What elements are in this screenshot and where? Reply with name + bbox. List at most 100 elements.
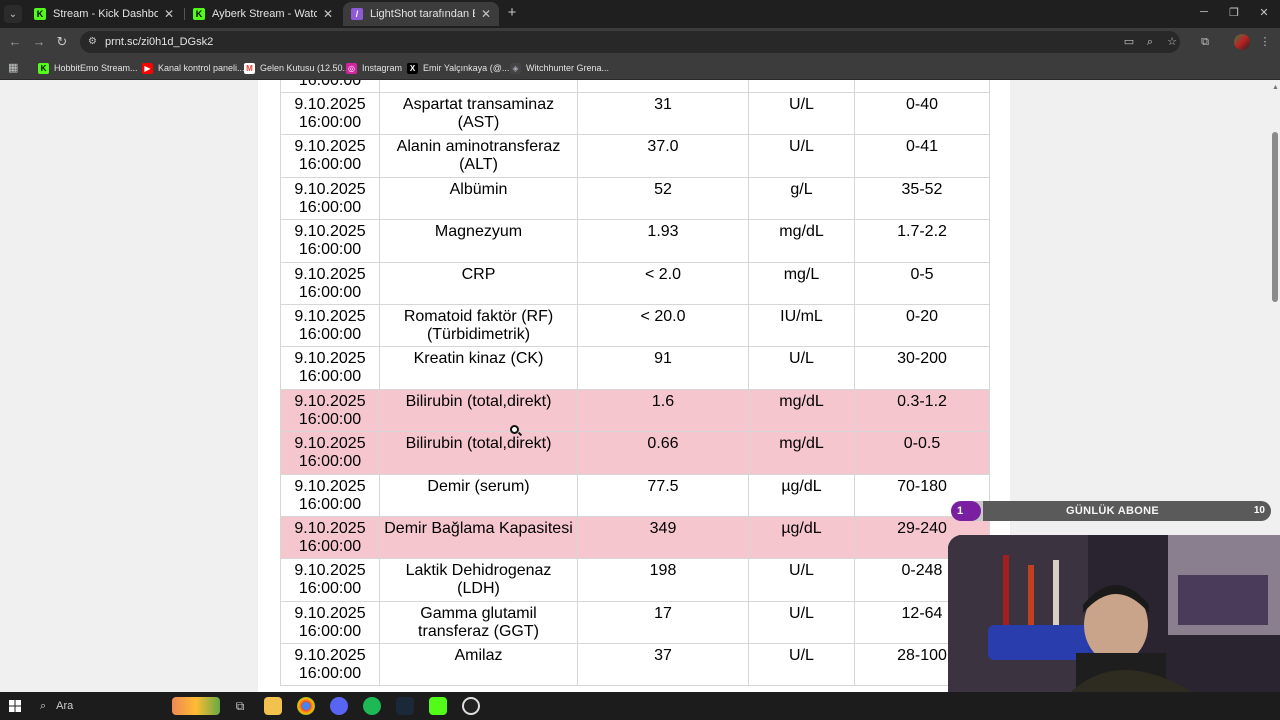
cell-unit: U/L — [748, 600, 855, 645]
cell-date: 9.10.2025 16:00:00 — [280, 600, 380, 645]
kick-icon: K — [34, 8, 46, 20]
restore-button[interactable]: ❐ — [1224, 6, 1244, 19]
tab-ayberk-stream[interactable]: K Ayberk Stream - Watch Live on ✕ — [185, 2, 341, 26]
cell-test: Bilirubin (total,direkt) — [379, 431, 578, 475]
bookmark-star-icon[interactable]: ☆ — [1165, 35, 1179, 49]
cell-value: < 20.0 — [577, 303, 749, 348]
table-row: 9.10.2025 16:00:00 Demir (serum) 77.5 µg/dL 7… — [280, 473, 990, 517]
address-bar[interactable]: ⚙ prnt.sc/zi0h1d_DGsk2 — [80, 31, 1180, 53]
kick-app-icon[interactable] — [429, 697, 447, 715]
close-window-button[interactable]: ✕ — [1254, 6, 1274, 19]
apps-grid-icon[interactable]: ▦ — [8, 62, 20, 74]
reload-icon[interactable]: ↻ — [53, 33, 71, 51]
bookmark-witchhunter[interactable]: ◈ Witchhunter Grena... — [510, 61, 609, 75]
bookmark-youtube-studio[interactable]: ▶ Kanal kontrol paneli... — [142, 61, 245, 75]
scrollbar-thumb[interactable] — [1272, 132, 1278, 302]
kick-icon: K — [38, 62, 49, 74]
cell-date: 9.10.2025 16:00:00 — [280, 346, 380, 390]
cell-unit: µg/dL — [748, 473, 855, 517]
table-row: 9.10.2025 16:00:00 Alanin aminotransferaz … — [280, 134, 990, 178]
cell-test: Demir (serum) — [379, 473, 578, 517]
cell-test: Laktik Dehidrogenaz (LDH) — [379, 558, 578, 602]
tab-search-button[interactable]: ⌄ — [4, 5, 22, 23]
menu-kebab-icon[interactable]: ⋮ — [1258, 35, 1272, 49]
lab-results-table: 16:00:00 9.10.2025 16:00:00 Aspartat transa… — [280, 80, 990, 687]
cell-unit: µg/dL — [748, 515, 855, 560]
table-row: 9.10.2025 16:00:00 Bilirubin (total,direkt… — [280, 431, 990, 475]
cast-icon[interactable]: ▭ — [1122, 35, 1136, 49]
weather-widget-icon[interactable] — [172, 697, 220, 715]
tab-kick-dashboard[interactable]: K Stream - Kick Dashboard ✕ — [26, 2, 182, 26]
search-icon: ⌕ — [40, 699, 47, 712]
bookmark-x-profile[interactable]: X Emir Yalçınkaya (@... — [407, 61, 509, 75]
cell-test: Romatoid faktör (RF) (Türbidimetrik) — [379, 303, 578, 348]
task-view-icon[interactable]: ⧉ — [231, 697, 249, 715]
cell-ref: 0-0.5 — [854, 431, 990, 475]
steam-icon[interactable] — [396, 697, 414, 715]
table-row: 9.10.2025 16:00:00 Aspartat transaminaz (A… — [280, 91, 990, 136]
scroll-up-arrow-icon[interactable]: ▲ — [1272, 84, 1279, 91]
close-tab-icon[interactable]: ✕ — [164, 7, 174, 21]
file-explorer-icon[interactable] — [264, 697, 282, 715]
url-text[interactable]: prnt.sc/zi0h1d_DGsk2 — [105, 36, 213, 48]
cell-value: 37.0 — [577, 134, 749, 178]
bookmark-hobbitemo[interactable]: K HobbitEmo Stream... — [38, 61, 138, 75]
discord-icon[interactable] — [330, 697, 348, 715]
taskbar-search[interactable]: ⌕ Ara — [32, 694, 167, 718]
cell-ref: 35-52 — [854, 176, 990, 221]
tab-lightshot[interactable]: / LightShot tarafından Ekran Gör ✕ — [343, 2, 499, 26]
instagram-icon: ◎ — [346, 62, 357, 74]
table-row: 16:00:00 — [280, 80, 990, 93]
cell-test: Gamma glutamil transferaz (GGT) — [379, 600, 578, 645]
cell-value: 198 — [577, 558, 749, 602]
cell-unit: mg/dL — [748, 219, 855, 263]
sub-count-badge: 1 — [951, 501, 981, 521]
cell-test: Albümin — [379, 176, 578, 221]
cell-date: 9.10.2025 16:00:00 — [280, 515, 380, 560]
bookmarks-bar: ▦ K HobbitEmo Stream... ▶ Kanal kontrol … — [0, 56, 1280, 80]
lightshot-icon: / — [351, 8, 363, 20]
close-tab-icon[interactable]: ✕ — [481, 7, 491, 21]
youtube-icon: ▶ — [142, 62, 153, 74]
x-icon: X — [407, 62, 418, 74]
table-row: 9.10.2025 16:00:00 CRP < 2.0 mg/L 0-5 — [280, 261, 990, 305]
cell-value: 77.5 — [577, 473, 749, 517]
close-tab-icon[interactable]: ✕ — [323, 7, 333, 21]
table-row: 9.10.2025 16:00:00 Romatoid faktör (RF) (T… — [280, 303, 990, 348]
profile-avatar[interactable] — [1234, 34, 1250, 50]
windows-start-icon[interactable] — [9, 700, 21, 712]
cell-date: 9.10.2025 16:00:00 — [280, 643, 380, 687]
cell-ref: 0-20 — [854, 303, 990, 348]
cell-date: 9.10.2025 16:00:00 — [280, 176, 380, 221]
webcam-feed — [948, 535, 1280, 695]
cell-ref: 0-40 — [854, 91, 990, 136]
cell-date: 9.10.2025 16:00:00 — [280, 388, 380, 433]
cell-test: Kreatin kinaz (CK) — [379, 346, 578, 390]
cell-unit: U/L — [748, 346, 855, 390]
obs-icon[interactable] — [462, 697, 480, 715]
back-arrow-icon[interactable]: ← — [6, 33, 24, 51]
sub-goal-target: 10 — [1253, 505, 1265, 516]
cell-date: 9.10.2025 16:00:00 — [280, 431, 380, 475]
cell-ref: 1.7-2.2 — [854, 219, 990, 263]
bookmark-gmail[interactable]: M Gelen Kutusu (12.50... — [244, 61, 350, 75]
cell-test: Bilirubin (total,direkt) — [379, 388, 578, 433]
cell-value: 1.6 — [577, 388, 749, 433]
gmail-icon: M — [244, 62, 255, 74]
cell-unit: g/L — [748, 176, 855, 221]
cell-ref: 0-5 — [854, 261, 990, 305]
cell-value: 31 — [577, 91, 749, 136]
spotify-icon[interactable] — [363, 697, 381, 715]
forward-arrow-icon[interactable]: → — [30, 33, 48, 51]
sub-goal-label: GÜNLÜK ABONE — [1066, 505, 1160, 517]
chrome-icon[interactable] — [297, 697, 315, 715]
cell-unit: IU/mL — [748, 303, 855, 348]
zoom-icon[interactable]: ⌕ — [1143, 35, 1157, 49]
cell-date: 9.10.2025 16:00:00 — [280, 219, 380, 263]
cell-value: 52 — [577, 176, 749, 221]
site-info-icon[interactable]: ⚙ — [88, 36, 100, 48]
minimize-button[interactable]: ─ — [1194, 6, 1214, 18]
bookmark-instagram[interactable]: ◎ Instagram — [346, 61, 402, 75]
new-tab-button[interactable]: + — [504, 5, 520, 21]
extensions-icon[interactable]: ⧉ — [1198, 35, 1212, 49]
